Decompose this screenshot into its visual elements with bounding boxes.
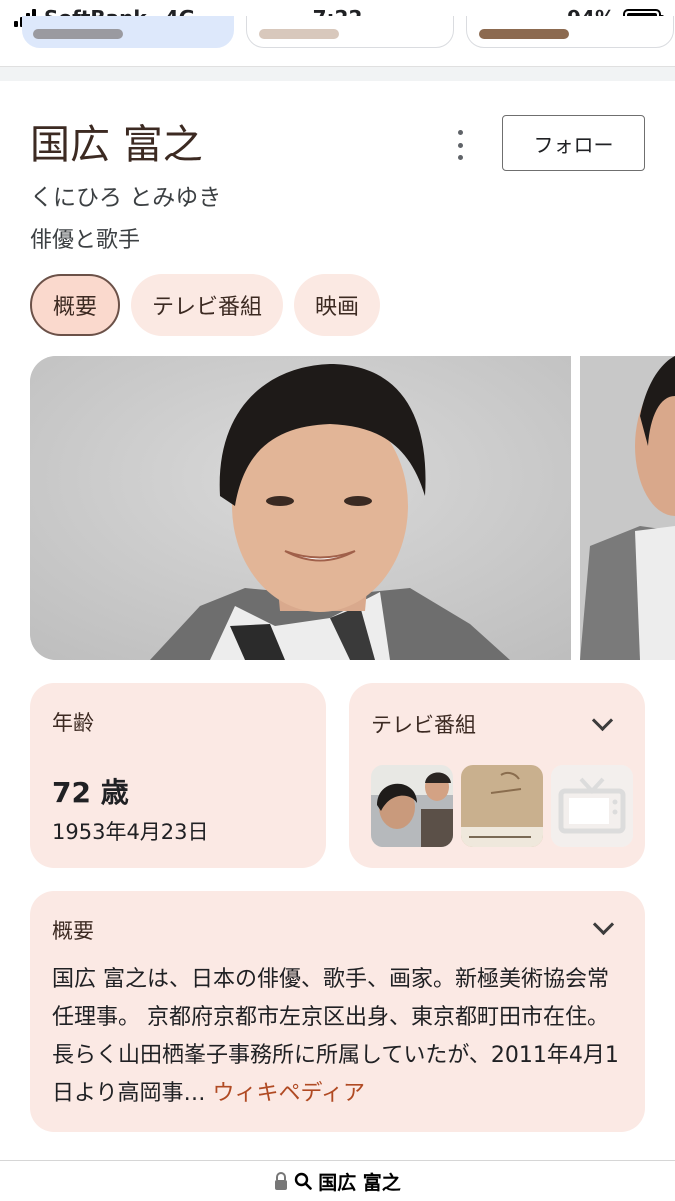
chevron-down-icon[interactable] (591, 709, 614, 732)
search-icon (294, 1172, 312, 1190)
top-chip[interactable] (246, 16, 454, 48)
top-result-chips (0, 16, 675, 50)
tv-shows-label: テレビ番組 (371, 713, 476, 737)
summary-card[interactable]: 概要 国広 富之は、日本の俳優、歌手、画家。新極美術協会常任理事。 京都府京都市… (30, 891, 645, 1132)
entity-tabs: 概要 テレビ番組 映画 (30, 274, 381, 336)
thumbnail-image (371, 765, 453, 847)
summary-label: 概要 (52, 919, 94, 943)
thumbnail-image (461, 765, 543, 847)
lock-icon (275, 1172, 288, 1190)
tv-show-thumbnail[interactable] (551, 765, 633, 847)
birth-date: 1953年4月23日 (52, 820, 209, 844)
tv-show-thumbnail[interactable] (461, 765, 543, 847)
section-divider (0, 66, 675, 81)
entity-reading: くにひろ とみゆき (30, 185, 222, 211)
top-chip[interactable] (22, 16, 234, 48)
tv-show-thumbnail[interactable] (371, 765, 453, 847)
entity-title: 国広 富之 (30, 122, 203, 168)
tv-icon (551, 765, 633, 847)
url-text: 国広 富之 (318, 1171, 401, 1194)
tab-movies[interactable]: 映画 (294, 274, 381, 336)
age-card[interactable]: 年齢 72 歳 1953年4月23日 (30, 683, 326, 868)
tv-shows-card[interactable]: テレビ番組 (349, 683, 645, 868)
portrait-image (30, 356, 571, 660)
chevron-down-icon[interactable] (592, 913, 615, 936)
more-vert-icon[interactable] (452, 130, 468, 160)
tab-overview[interactable]: 概要 (30, 274, 121, 336)
entity-description: 俳優と歌手 (30, 228, 141, 253)
entity-photo[interactable] (30, 356, 571, 660)
top-chip[interactable] (466, 16, 674, 48)
tab-tv-shows[interactable]: テレビ番組 (131, 274, 284, 336)
portrait-image (580, 356, 675, 660)
summary-text: 国広 富之は、日本の俳優、歌手、画家。新極美術協会常任理事。 京都府京都市左京区… (52, 961, 624, 1113)
wikipedia-link[interactable]: ウィキペディア (206, 1081, 365, 1106)
url-bar[interactable]: 国広 富之 (0, 1160, 675, 1201)
age-label: 年齢 (52, 711, 94, 735)
follow-button[interactable]: フォロー (502, 115, 645, 171)
entity-photo-next[interactable] (580, 356, 675, 660)
age-value: 72 歳 (52, 776, 129, 809)
